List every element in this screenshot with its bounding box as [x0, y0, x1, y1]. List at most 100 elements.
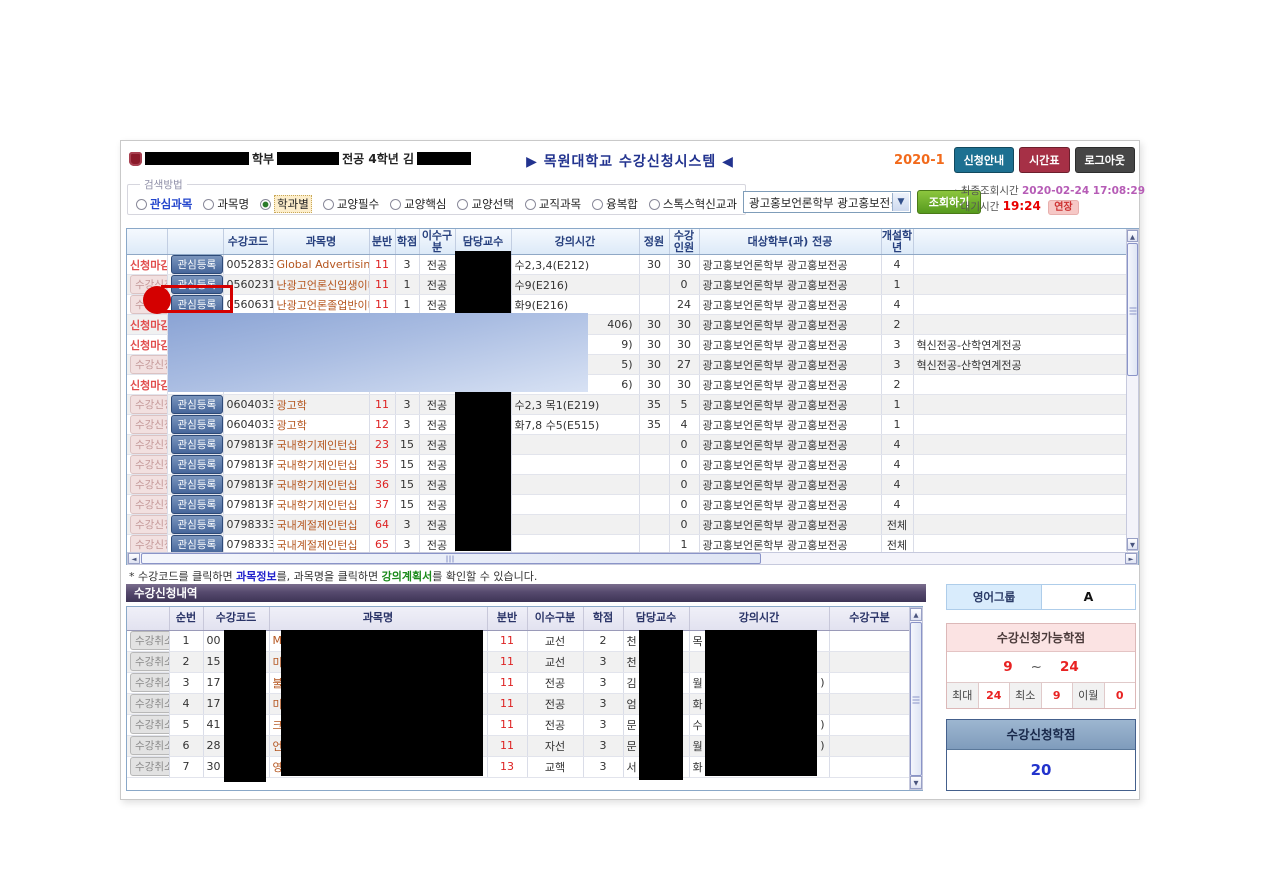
type-cell: 전공 [527, 672, 583, 693]
english-group-label: 영어그룹 [947, 585, 1042, 609]
wish-register-button[interactable]: 관심등록 [171, 475, 224, 494]
year-cell: 1 [881, 275, 913, 295]
scroll-down-icon[interactable]: ▼ [1127, 538, 1138, 550]
wish-register-button[interactable]: 관심등록 [171, 255, 224, 274]
radio-option[interactable]: 과목명 [203, 196, 249, 212]
scroll-down-icon[interactable]: ▼ [910, 776, 922, 789]
course-code[interactable]: 0604033 [223, 415, 273, 435]
radio-icon[interactable] [525, 199, 536, 210]
vscroll-thumb[interactable] [910, 622, 922, 776]
vscroll-thumb[interactable] [1127, 243, 1138, 376]
cancel-button[interactable]: 수강취소 [130, 631, 169, 650]
course-info-link[interactable]: 과목정보 [236, 570, 276, 583]
course-code[interactable]: 0052833 [223, 255, 273, 275]
course-table-hscrollbar[interactable]: ◄ ► [127, 552, 1138, 565]
enrollment-table-vscrollbar[interactable]: ▲ ▼ [909, 607, 923, 790]
radio-icon[interactable] [260, 199, 271, 210]
apply-button[interactable]: 수강신청 [130, 515, 167, 534]
radio-option[interactable]: 교양핵심 [390, 196, 446, 212]
scroll-up-icon[interactable]: ▲ [910, 608, 922, 621]
wish-register-button[interactable]: 관심등록 [171, 395, 224, 414]
column-header: 담당교수 [623, 607, 689, 630]
wish-register-button[interactable]: 관심등록 [171, 455, 224, 474]
wish-register-button[interactable]: 관심등록 [171, 415, 224, 434]
apply-button[interactable]: 수강신청 [130, 435, 167, 454]
course-name[interactable]: 난광고언론신입생이다 [273, 275, 369, 295]
radio-icon[interactable] [390, 199, 401, 210]
apply-button[interactable]: 수강신청 [130, 475, 167, 494]
extend-button[interactable]: 연장 [1048, 200, 1078, 215]
course-name[interactable]: 광고학 [273, 415, 369, 435]
radio-icon[interactable] [592, 199, 603, 210]
apply-button[interactable]: 수강신청 [130, 395, 167, 414]
chevron-down-icon[interactable]: ▼ [892, 193, 909, 211]
radio-option[interactable]: 관심과목 [136, 196, 192, 212]
radio-option[interactable]: 교양선택 [457, 196, 513, 212]
time-cell: 수9(E216) [511, 275, 639, 295]
target-cell: 광고홍보언론학부 광고홍보전공 [699, 475, 881, 495]
status-cell: 수강신청 [127, 475, 167, 495]
course-name[interactable]: 국내계절제인턴십 [273, 515, 369, 535]
course-name[interactable]: 국내학기제인턴십 [273, 455, 369, 475]
hscroll-thumb[interactable] [141, 553, 761, 564]
course-code[interactable]: 0798333 [223, 515, 273, 535]
radio-option[interactable]: 교직과목 [525, 196, 581, 212]
credit-cell: 3 [395, 415, 419, 435]
logout-button[interactable]: 로그아웃 [1075, 147, 1135, 173]
wish-cell: 관심등록 [167, 475, 223, 495]
course-name[interactable]: 국내학기제인턴십 [273, 495, 369, 515]
type-cell: 전공 [419, 255, 455, 275]
course-name[interactable]: 국내학기제인턴십 [273, 475, 369, 495]
course-name[interactable]: 광고학 [273, 395, 369, 415]
cancel-button[interactable]: 수강취소 [130, 694, 169, 713]
radio-label: 교양핵심 [404, 196, 446, 212]
course-table-vscrollbar[interactable]: ▲ ▼ [1126, 229, 1139, 551]
course-name[interactable]: 국내학기제인턴십 [273, 435, 369, 455]
syllabus-link[interactable]: 강의계획서 [382, 570, 433, 583]
course-code[interactable]: 079813F [223, 435, 273, 455]
apply-button[interactable]: 수강신청 [130, 495, 167, 514]
radio-icon[interactable] [457, 199, 468, 210]
radio-option[interactable]: 학과별 [260, 195, 312, 213]
app-window: 학부 전공 4학년 김 ▶ 목원대학교 수강신청시스템 ◀ 2020-1 신청안… [120, 140, 1140, 800]
credit-cell: 15 [395, 495, 419, 515]
column-header: 강의시간 [689, 607, 829, 630]
cancel-button[interactable]: 수강취소 [130, 736, 169, 755]
note-cell [913, 315, 1127, 335]
cancel-button[interactable]: 수강취소 [130, 715, 169, 734]
course-code[interactable]: 079813F [223, 495, 273, 515]
cancel-button[interactable]: 수강취소 [130, 757, 169, 776]
cancel-cell: 수강취소 [127, 735, 169, 756]
course-code[interactable]: 079813F [223, 475, 273, 495]
radio-icon[interactable] [136, 199, 147, 210]
course-code[interactable]: 0604033 [223, 395, 273, 415]
apply-button[interactable]: 수강신청 [130, 355, 167, 374]
wish-register-button[interactable]: 관심등록 [171, 495, 224, 514]
cancel-button[interactable]: 수강취소 [130, 652, 169, 671]
timetable-button[interactable]: 시간표 [1019, 147, 1069, 173]
radio-icon[interactable] [323, 199, 334, 210]
capacity-cell [639, 515, 669, 535]
cancel-button[interactable]: 수강취소 [130, 673, 169, 692]
seq-cell: 3 [169, 672, 203, 693]
radio-icon[interactable] [203, 199, 214, 210]
course-name[interactable]: Global Advertising [273, 255, 369, 275]
seq-cell: 2 [169, 651, 203, 672]
guide-button[interactable]: 신청안내 [954, 147, 1014, 173]
scroll-right-icon[interactable]: ► [1125, 553, 1137, 564]
radio-icon[interactable] [649, 199, 660, 210]
wish-register-button[interactable]: 관심등록 [171, 515, 224, 534]
apply-button[interactable]: 수강신청 [130, 415, 167, 434]
course-name[interactable]: 난광고언론졸업반이다 [273, 295, 369, 315]
scroll-left-icon[interactable]: ◄ [128, 553, 140, 564]
department-select[interactable]: 광고홍보언론학부 광고홍보전공 ▼ [743, 191, 911, 213]
apply-button[interactable]: 수강신청 [130, 455, 167, 474]
course-row: 수강신청관심등록079813F국내학기제인턴십3515전공0광고홍보언론학부 광… [127, 455, 1127, 475]
course-code[interactable]: 079813F [223, 455, 273, 475]
scroll-up-icon[interactable]: ▲ [1127, 230, 1138, 242]
note-cell [913, 435, 1127, 455]
radio-option[interactable]: 융복합 [592, 196, 638, 212]
radio-option[interactable]: 스톡스혁신교과 [649, 196, 737, 212]
radio-option[interactable]: 교양필수 [323, 196, 379, 212]
wish-register-button[interactable]: 관심등록 [171, 435, 224, 454]
